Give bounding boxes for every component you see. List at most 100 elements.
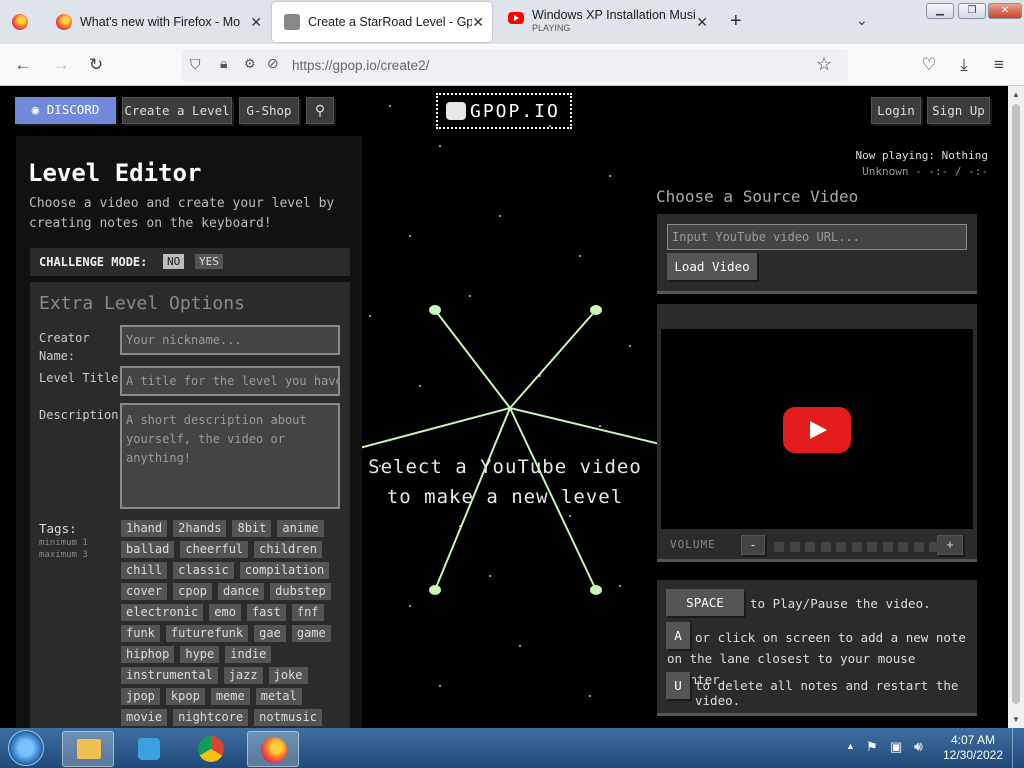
tag-item[interactable]: 1hand (121, 520, 168, 537)
tag-item[interactable]: chill (121, 562, 168, 579)
tag-item[interactable]: electronic (121, 604, 204, 621)
permissions-icon[interactable]: ⚙ (244, 56, 256, 72)
tag-item[interactable]: movie (121, 709, 168, 726)
tag-item[interactable]: classic (173, 562, 234, 579)
volume-segment[interactable] (851, 542, 862, 552)
tag-item[interactable]: gae (254, 625, 286, 642)
list-tabs-icon[interactable]: ⌄ (856, 12, 868, 29)
tag-item[interactable]: cover (121, 583, 168, 600)
tag-item[interactable]: anime (277, 520, 324, 537)
tag-item[interactable]: kpop (165, 688, 205, 705)
tag-item[interactable]: dubstep (270, 583, 331, 600)
clock[interactable]: 4:07 AM 12/30/2022 (938, 733, 1008, 763)
minimize-button[interactable]: ▁ (926, 3, 954, 19)
tag-item[interactable]: jazz (223, 667, 263, 684)
youtube-play-button[interactable] (783, 407, 851, 453)
tag-item[interactable]: indie (225, 646, 272, 663)
tag-item[interactable]: joke (268, 667, 308, 684)
taskbar-chrome[interactable] (185, 731, 237, 767)
volume-segment[interactable] (805, 542, 815, 552)
downloads-icon[interactable]: ⤓ (953, 54, 975, 76)
page-scrollbar[interactable]: ▲ ▼ (1008, 86, 1024, 728)
volume-segment[interactable] (882, 542, 893, 552)
challenge-yes-button[interactable]: YES (195, 254, 223, 269)
signup-button[interactable]: Sign Up (927, 97, 990, 124)
tab-gpop-create[interactable]: Create a StarRoad Level - Gpop ✕ (272, 2, 492, 42)
tag-item[interactable]: ballad (121, 541, 175, 558)
tag-item[interactable]: hype (180, 646, 220, 663)
gpop-logo[interactable]: GPOP.IO (436, 93, 572, 129)
level-title-input[interactable]: A title for the level you have cr (120, 366, 340, 396)
tag-item[interactable]: futurefunk (165, 625, 249, 642)
close-icon[interactable]: ✕ (250, 14, 262, 31)
volume-segment[interactable] (774, 542, 784, 552)
tag-item[interactable]: nightcore (173, 709, 249, 726)
tag-item[interactable]: meme (210, 688, 250, 705)
tag-item[interactable]: children (254, 541, 322, 558)
close-icon[interactable]: ✕ (472, 14, 484, 31)
tag-item[interactable]: dance (218, 583, 265, 600)
volume-icon[interactable]: 🔊︎ (914, 738, 923, 755)
tag-item[interactable]: notmusic (254, 709, 322, 726)
youtube-url-input[interactable]: Input YouTube video URL... (667, 224, 967, 250)
challenge-no-button[interactable]: NO (163, 254, 185, 269)
taskbar-firefox[interactable] (247, 731, 299, 767)
taskbar-explorer[interactable] (62, 731, 114, 767)
volume-segment[interactable] (820, 542, 831, 552)
reload-icon[interactable]: ↻ (85, 54, 107, 76)
start-button[interactable] (8, 730, 44, 766)
volume-segment[interactable] (836, 542, 846, 552)
tag-item[interactable]: game (291, 625, 331, 642)
tag-item[interactable]: compilation (239, 562, 330, 579)
volume-segment[interactable] (898, 542, 908, 552)
pocket-icon[interactable]: ♡ (918, 54, 940, 76)
tag-item[interactable]: cpop (173, 583, 213, 600)
description-textarea[interactable]: A short description about yourself, the … (120, 403, 340, 509)
app-menu-icon[interactable]: ≡ (988, 54, 1010, 76)
url-bar[interactable]: ⛉ 🔒︎ ⚙ ⊘ https://gpop.io/create2/ ☆ (182, 49, 848, 81)
tag-item[interactable]: instrumental (121, 667, 218, 684)
tag-item[interactable]: 2hands (173, 520, 227, 537)
close-icon[interactable]: ✕ (696, 14, 708, 31)
autoplay-blocked-icon[interactable]: ⊘ (267, 55, 279, 72)
tab-firefox-whats-new[interactable]: What's new with Firefox - More ✕ (44, 2, 270, 42)
volume-down-button[interactable]: - (741, 535, 765, 555)
tag-item[interactable]: funk (121, 625, 160, 642)
create-level-button[interactable]: Create a Level (122, 97, 232, 124)
discord-button[interactable]: ◉ DISCORD (15, 97, 116, 124)
tag-item[interactable]: emo (209, 604, 241, 621)
creator-name-input[interactable]: Your nickname... (120, 325, 340, 355)
action-center-icon[interactable]: ⚑ (866, 739, 878, 755)
firefox-view-tab[interactable] (0, 2, 40, 42)
volume-segment[interactable] (913, 542, 924, 552)
tab-youtube-playing[interactable]: Windows XP Installation Music PLAYING ✕ (496, 2, 716, 42)
forward-icon[interactable]: → (50, 54, 72, 76)
tag-item[interactable]: metal (255, 688, 302, 705)
tag-item[interactable]: 8bit (232, 520, 272, 537)
taskbar-media-player[interactable] (123, 731, 175, 767)
volume-up-button[interactable]: + (937, 535, 963, 555)
maximize-button[interactable]: ❐ (958, 3, 986, 19)
back-icon[interactable]: ← (12, 54, 34, 76)
volume-segment[interactable] (867, 542, 877, 552)
volume-segment[interactable] (789, 542, 800, 552)
show-desktop-button[interactable] (1012, 728, 1024, 768)
gshop-button[interactable]: G-Shop (239, 97, 299, 124)
tag-item[interactable]: hiphop (121, 646, 175, 663)
new-tab-button[interactable]: + (730, 10, 742, 33)
network-icon[interactable]: ▣ (890, 739, 902, 755)
load-video-button[interactable]: Load Video (667, 253, 757, 280)
volume-segment[interactable] (929, 542, 939, 552)
bookmark-star-icon[interactable]: ☆ (816, 54, 832, 75)
tag-item[interactable]: fnf (291, 604, 324, 621)
tag-item[interactable]: jpop (121, 688, 160, 705)
tracking-shield-icon[interactable]: ⛉ (190, 56, 201, 73)
scroll-down-icon[interactable]: ▼ (1012, 715, 1020, 724)
tag-item[interactable]: fast (246, 604, 286, 621)
login-button[interactable]: Login (871, 97, 921, 124)
tag-item[interactable]: cheerful (180, 541, 249, 558)
show-hidden-icons[interactable]: ▲ (846, 741, 855, 751)
lock-icon[interactable]: 🔒︎ (220, 55, 227, 72)
scrollbar-thumb[interactable] (1012, 104, 1020, 704)
scroll-up-icon[interactable]: ▲ (1012, 90, 1020, 99)
